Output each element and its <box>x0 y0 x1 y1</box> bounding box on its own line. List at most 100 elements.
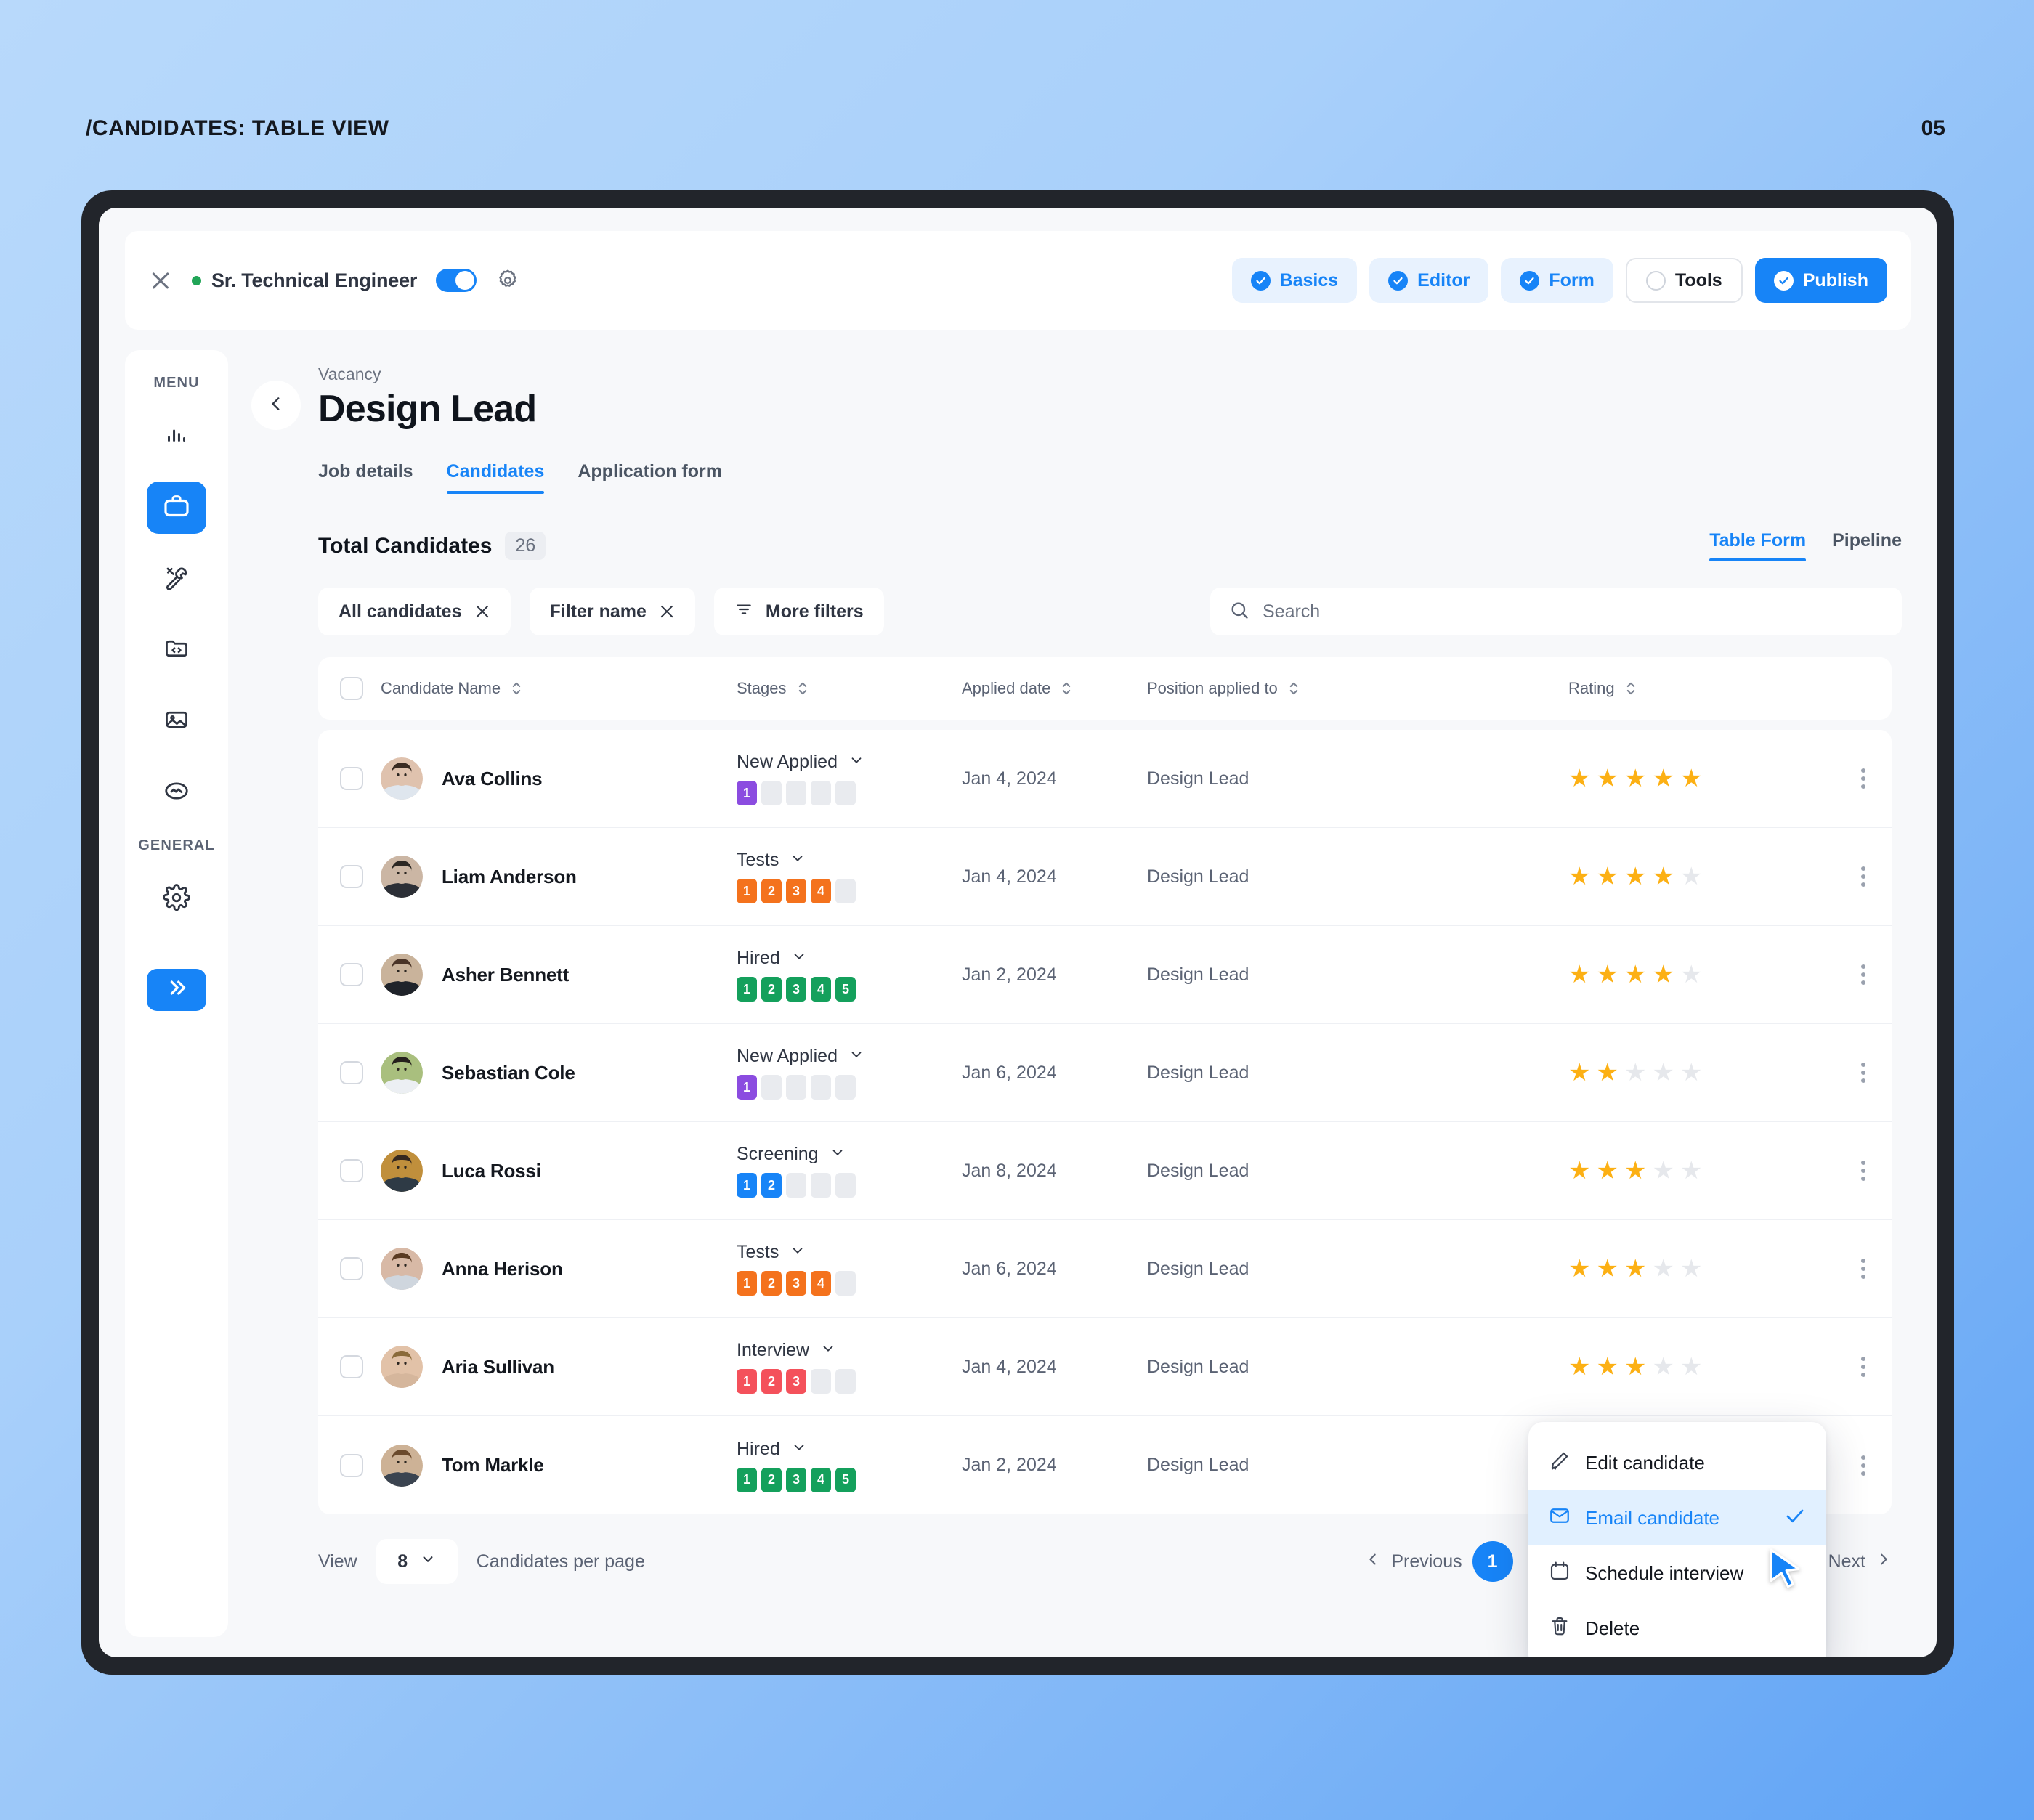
tab-candidates[interactable]: Candidates <box>446 461 544 494</box>
sort-icon[interactable] <box>796 680 809 697</box>
rating-star[interactable]: ★ <box>1652 1060 1674 1085</box>
sort-icon[interactable] <box>510 680 523 697</box>
col-applied-date[interactable]: Applied date <box>962 679 1147 698</box>
tab-table-form[interactable]: Table Form <box>1709 530 1806 561</box>
basics-button[interactable]: Basics <box>1231 258 1358 303</box>
gear-icon[interactable] <box>495 268 520 293</box>
next-page-button[interactable]: Next <box>1828 1551 1892 1572</box>
rating-star[interactable]: ★ <box>1680 1060 1702 1085</box>
editor-button[interactable]: Editor <box>1369 258 1489 303</box>
row-more-menu-icon[interactable] <box>1857 1156 1870 1185</box>
rating-star[interactable]: ★ <box>1680 766 1702 791</box>
row-more-menu-icon[interactable] <box>1857 862 1870 891</box>
rating-star[interactable]: ★ <box>1652 1158 1674 1183</box>
page-number-1[interactable]: 1 <box>1472 1541 1513 1582</box>
sidebar-expand-button[interactable] <box>147 969 206 1011</box>
rating-star[interactable]: ★ <box>1568 962 1590 987</box>
sort-icon[interactable] <box>1287 680 1300 697</box>
search-input[interactable] <box>1263 601 1883 622</box>
table-row[interactable]: Sebastian Cole New Applied 1 Jan 6, 2024 Des… <box>318 1024 1892 1122</box>
table-row[interactable]: Anna Herison Tests 1 2 3 4 Jan 6, 2024 Design L… <box>318 1220 1892 1318</box>
close-icon[interactable] <box>659 604 675 619</box>
rating-star[interactable]: ★ <box>1624 864 1646 889</box>
rating-star[interactable]: ★ <box>1680 864 1702 889</box>
sidebar-item-tools[interactable] <box>147 553 206 605</box>
rating-star[interactable]: ★ <box>1596 766 1618 791</box>
rating-star[interactable]: ★ <box>1596 1256 1618 1281</box>
sidebar-item-settings[interactable] <box>147 873 206 925</box>
tools-button[interactable]: Tools <box>1625 258 1743 303</box>
rating-star[interactable]: ★ <box>1596 962 1618 987</box>
form-button[interactable]: Form <box>1501 258 1613 303</box>
rating-star[interactable]: ★ <box>1624 766 1646 791</box>
sort-icon[interactable] <box>1060 680 1073 697</box>
table-row[interactable]: Liam Anderson Tests 1 2 3 4 Jan 4, 2024 Design … <box>318 828 1892 926</box>
more-filters-button[interactable]: More filters <box>713 588 884 635</box>
table-row[interactable]: Ava Collins New Applied 1 Jan 4, 2024 Design… <box>318 730 1892 828</box>
row-checkbox[interactable] <box>340 1061 363 1084</box>
sidebar-item-code-folder[interactable] <box>147 624 206 676</box>
rating-star[interactable]: ★ <box>1624 1158 1646 1183</box>
rating-star[interactable]: ★ <box>1652 766 1674 791</box>
tab-job-details[interactable]: Job details <box>318 461 413 494</box>
chevron-down-icon[interactable] <box>790 850 806 870</box>
back-button[interactable] <box>251 381 301 430</box>
rating-star[interactable]: ★ <box>1568 1354 1590 1379</box>
rating-star[interactable]: ★ <box>1568 1158 1590 1183</box>
row-more-menu-icon[interactable] <box>1857 1352 1870 1381</box>
rating-star[interactable]: ★ <box>1680 962 1702 987</box>
row-more-menu-icon[interactable] <box>1857 1058 1870 1087</box>
menu-item-delete[interactable]: Delete <box>1528 1601 1826 1656</box>
chevron-down-icon[interactable] <box>820 1341 836 1360</box>
table-row[interactable]: Aria Sullivan Interview 1 2 3 Jan 4, 2024 Desi… <box>318 1318 1892 1416</box>
table-row[interactable]: Asher Bennett Hired 1 2 3 4 5 Jan 2, 2024 Design… <box>318 926 1892 1024</box>
chevron-down-icon[interactable] <box>830 1145 846 1164</box>
chevron-down-icon[interactable] <box>848 1047 864 1066</box>
rating-star[interactable]: ★ <box>1680 1354 1702 1379</box>
row-more-menu-icon[interactable] <box>1857 1451 1870 1480</box>
rating-star[interactable]: ★ <box>1680 1256 1702 1281</box>
row-checkbox[interactable] <box>340 1257 363 1280</box>
sidebar-item-vacancies[interactable] <box>147 482 206 534</box>
rating-star[interactable]: ★ <box>1652 962 1674 987</box>
rating-star[interactable]: ★ <box>1596 1354 1618 1379</box>
filter-name[interactable]: Filter name <box>529 588 695 635</box>
sort-icon[interactable] <box>1624 680 1637 697</box>
tab-application-form[interactable]: Application form <box>578 461 722 494</box>
publish-button[interactable]: Publish <box>1754 258 1887 303</box>
rating-star[interactable]: ★ <box>1568 1060 1590 1085</box>
row-more-menu-icon[interactable] <box>1857 764 1870 793</box>
row-checkbox[interactable] <box>340 1355 363 1378</box>
close-icon[interactable] <box>474 604 490 619</box>
publish-toggle[interactable] <box>436 269 477 292</box>
sidebar-item-analytics[interactable] <box>147 410 206 463</box>
rating-star[interactable]: ★ <box>1568 766 1590 791</box>
rating-star[interactable]: ★ <box>1624 1256 1646 1281</box>
row-checkbox[interactable] <box>340 1453 363 1477</box>
col-stages[interactable]: Stages <box>737 679 962 698</box>
sidebar-item-activity[interactable] <box>147 766 206 818</box>
filter-all-candidates[interactable]: All candidates <box>318 588 511 635</box>
rating-star[interactable]: ★ <box>1652 1354 1674 1379</box>
col-position-applied-to[interactable]: Position applied to <box>1147 679 1554 698</box>
chevron-down-icon[interactable] <box>791 948 807 968</box>
rating-star[interactable]: ★ <box>1596 1060 1618 1085</box>
chevron-down-icon[interactable] <box>791 1439 807 1459</box>
tab-pipeline[interactable]: Pipeline <box>1832 530 1902 561</box>
menu-item-edit-candidate[interactable]: Edit candidate <box>1528 1435 1826 1490</box>
table-row[interactable]: Luca Rossi Screening 1 2 Jan 8, 2024 Design L… <box>318 1122 1892 1220</box>
row-more-menu-icon[interactable] <box>1857 1254 1870 1283</box>
chevron-down-icon[interactable] <box>790 1243 806 1262</box>
row-checkbox[interactable] <box>340 963 363 986</box>
col-candidate-name[interactable]: Candidate Name <box>381 679 737 698</box>
row-checkbox[interactable] <box>340 865 363 888</box>
per-page-select[interactable]: 8 <box>376 1539 458 1584</box>
rating-star[interactable]: ★ <box>1624 1060 1646 1085</box>
rating-star[interactable]: ★ <box>1568 864 1590 889</box>
search-box[interactable] <box>1210 588 1902 635</box>
rating-star[interactable]: ★ <box>1680 1158 1702 1183</box>
rating-star[interactable]: ★ <box>1596 1158 1618 1183</box>
col-rating[interactable]: Rating <box>1554 679 1819 698</box>
close-icon[interactable] <box>148 268 173 293</box>
rating-star[interactable]: ★ <box>1568 1256 1590 1281</box>
